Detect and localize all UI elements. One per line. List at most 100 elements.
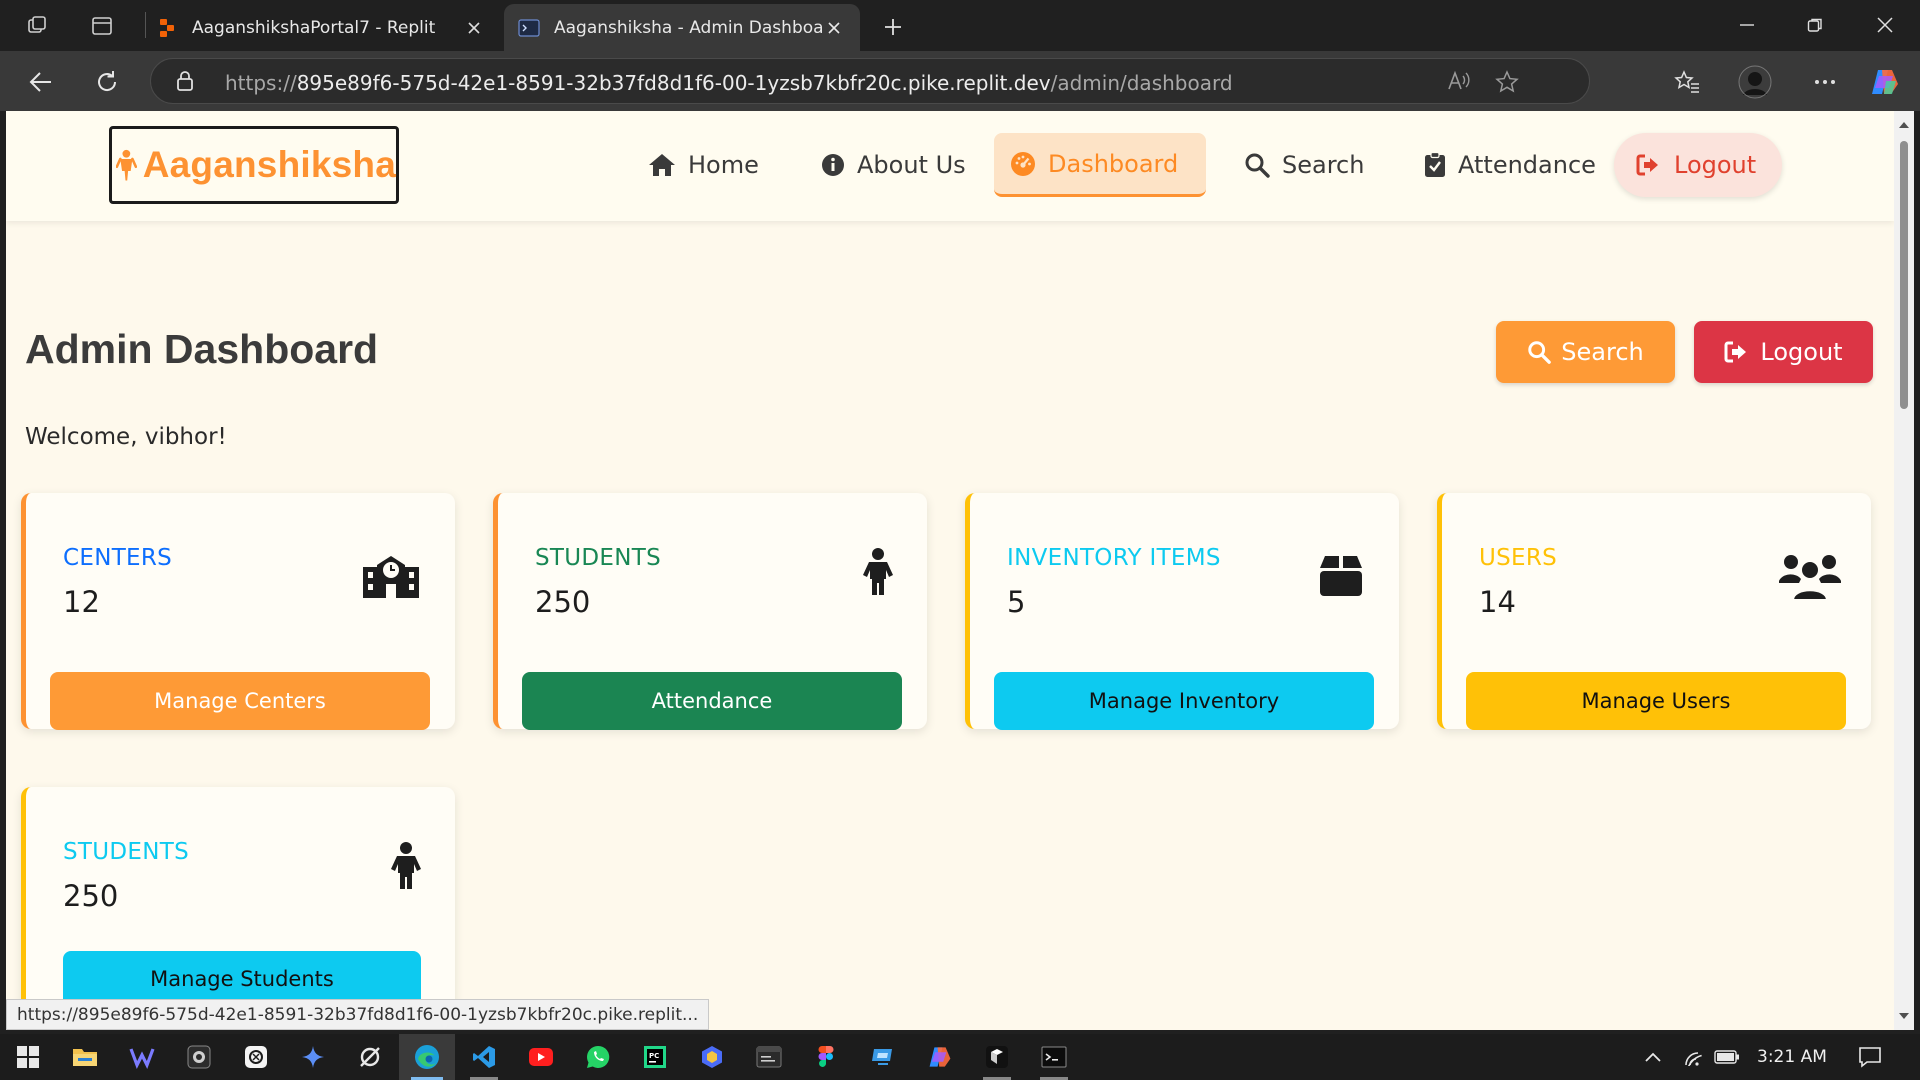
nav-attendance[interactable]: Attendance	[1408, 133, 1612, 197]
vscode-icon[interactable]	[456, 1034, 512, 1080]
nav-search[interactable]: Search	[1228, 133, 1380, 197]
url-text[interactable]: https://895e89f6-575d-42e1-8591-32b37fd8…	[225, 71, 1233, 95]
remote-desktop-icon[interactable]	[855, 1034, 911, 1080]
search-button[interactable]: Search	[1496, 321, 1675, 383]
sign-out-icon	[1636, 154, 1658, 176]
logout-button[interactable]: Logout	[1694, 321, 1873, 383]
figma-icon[interactable]	[798, 1034, 854, 1080]
page-scrollbar[interactable]	[1894, 111, 1914, 1030]
terminal-app-icon[interactable]	[741, 1034, 797, 1080]
unity-app-icon[interactable]	[114, 1034, 170, 1080]
close-tab-icon[interactable]	[822, 16, 846, 40]
favorites-icon[interactable]	[1670, 65, 1704, 99]
card-value: 12	[63, 585, 100, 619]
nav-label: Dashboard	[1048, 149, 1179, 178]
notifications-icon[interactable]	[1852, 1034, 1888, 1080]
browser-tab-strip: AaganshikshaPortal7 - Replit Aaganshiksh…	[0, 0, 1920, 51]
nav-label: Logout	[1674, 151, 1757, 179]
browser-toolbar: https://895e89f6-575d-42e1-8591-32b37fd8…	[0, 51, 1920, 111]
nav-dashboard[interactable]: Dashboard	[994, 133, 1206, 197]
brand-name: Aaganshiksha	[142, 144, 396, 185]
nav-logout[interactable]: Logout	[1614, 133, 1782, 197]
edge-browser-icon[interactable]	[399, 1034, 455, 1080]
gemini-icon[interactable]	[285, 1034, 341, 1080]
show-hidden-icons-chevron-icon[interactable]	[1638, 1034, 1668, 1080]
manage-inventory-button[interactable]: Manage Inventory	[994, 672, 1374, 730]
home-icon	[649, 154, 675, 176]
search-icon	[1245, 153, 1270, 178]
tab-title: AaganshikshaPortal7 - Replit	[192, 17, 436, 38]
restore-icon[interactable]	[1792, 8, 1838, 42]
close-tab-icon[interactable]	[462, 16, 486, 40]
page-viewport: Aaganshiksha Home About Us Dashboard Sea…	[6, 111, 1894, 1030]
favorite-star-icon[interactable]	[1495, 70, 1519, 94]
new-tab-button[interactable]	[878, 12, 908, 42]
dev-tool-app-icon[interactable]	[969, 1034, 1025, 1080]
students-card-2: STUDENTS 250 Manage Students	[21, 787, 455, 1023]
students-card: STUDENTS 250 Attendance	[493, 493, 927, 730]
sign-out-icon	[1724, 341, 1747, 363]
obs-app-icon[interactable]	[171, 1034, 227, 1080]
pycharm-icon[interactable]: PC	[627, 1034, 683, 1080]
manage-users-button[interactable]: Manage Users	[1466, 672, 1846, 730]
windows-start-icon[interactable]	[0, 1034, 56, 1080]
inventory-card: INVENTORY ITEMS 5 Manage Inventory	[965, 493, 1399, 730]
child-icon	[391, 842, 421, 889]
search-icon	[1528, 341, 1552, 364]
card-value: 5	[1007, 585, 1026, 619]
refresh-icon[interactable]	[90, 65, 124, 99]
tab-title: Aaganshiksha - Admin Dashboard	[554, 17, 822, 38]
nav-about-us[interactable]: About Us	[805, 133, 982, 197]
card-label: USERS	[1479, 545, 1558, 571]
minimize-icon[interactable]	[1724, 8, 1770, 42]
attendance-button[interactable]: Attendance	[522, 672, 902, 730]
cmd-terminal-icon[interactable]	[1026, 1034, 1082, 1080]
clipboard-check-icon	[1425, 152, 1445, 177]
copilot-app-icon[interactable]	[912, 1034, 968, 1080]
scroll-down-arrow-icon[interactable]	[1898, 1010, 1910, 1022]
workspaces-icon[interactable]	[24, 12, 52, 40]
child-icon	[863, 548, 893, 595]
scrollbar-thumb[interactable]	[1900, 141, 1908, 409]
card-value: 250	[535, 585, 591, 619]
child-logo-icon	[116, 149, 137, 181]
settings-app-icon[interactable]	[342, 1034, 398, 1080]
status-bar-url: https://895e89f6-575d-42e1-8591-32b37fd8…	[6, 999, 710, 1030]
battery-icon[interactable]	[1710, 1034, 1744, 1080]
whatsapp-icon[interactable]	[570, 1034, 626, 1080]
tab-actions-icon[interactable]	[88, 12, 116, 40]
card-value: 250	[63, 879, 119, 913]
brand-logo[interactable]: Aaganshiksha	[109, 126, 399, 204]
users-icon	[1779, 555, 1841, 601]
welcome-message: Welcome, vibhor!	[25, 424, 227, 450]
nav-home[interactable]: Home	[632, 133, 775, 197]
copilot-icon[interactable]	[1868, 65, 1902, 99]
url-path: /admin/dashboard	[1050, 71, 1233, 95]
read-aloud-icon[interactable]	[1447, 70, 1471, 92]
users-card: USERS 14 Manage Users	[1437, 493, 1871, 730]
youtube-icon[interactable]	[513, 1034, 569, 1080]
scroll-up-arrow-icon[interactable]	[1898, 119, 1910, 131]
chatgpt-icon[interactable]	[228, 1034, 284, 1080]
lock-icon[interactable]	[175, 70, 195, 92]
close-window-icon[interactable]	[1862, 8, 1908, 42]
card-label: INVENTORY ITEMS	[1007, 545, 1221, 571]
hexagon-app-icon[interactable]	[684, 1034, 740, 1080]
address-bar[interactable]: https://895e89f6-575d-42e1-8591-32b37fd8…	[150, 58, 1590, 104]
info-icon	[822, 154, 844, 176]
site-navbar: Aaganshiksha Home About Us Dashboard Sea…	[6, 111, 1894, 221]
back-arrow-icon[interactable]	[24, 65, 58, 99]
taskbar-clock[interactable]: 3:21 AM	[1757, 1047, 1827, 1067]
tab-admin-dashboard[interactable]: Aaganshiksha - Admin Dashboard	[504, 4, 860, 51]
taskbar: PC 3:21 AM	[0, 1034, 1920, 1080]
nav-label: Home	[688, 151, 759, 179]
manage-centers-button[interactable]: Manage Centers	[50, 672, 430, 730]
tab-replit[interactable]: AaganshikshaPortal7 - Replit	[142, 4, 500, 51]
replit-favicon-icon	[156, 17, 178, 39]
gauge-icon	[1011, 151, 1035, 176]
profile-avatar[interactable]	[1738, 65, 1772, 99]
file-explorer-icon[interactable]	[57, 1034, 113, 1080]
terminal-favicon-icon	[518, 17, 540, 39]
wifi-icon[interactable]	[1676, 1034, 1706, 1080]
more-options-icon[interactable]	[1808, 65, 1842, 99]
